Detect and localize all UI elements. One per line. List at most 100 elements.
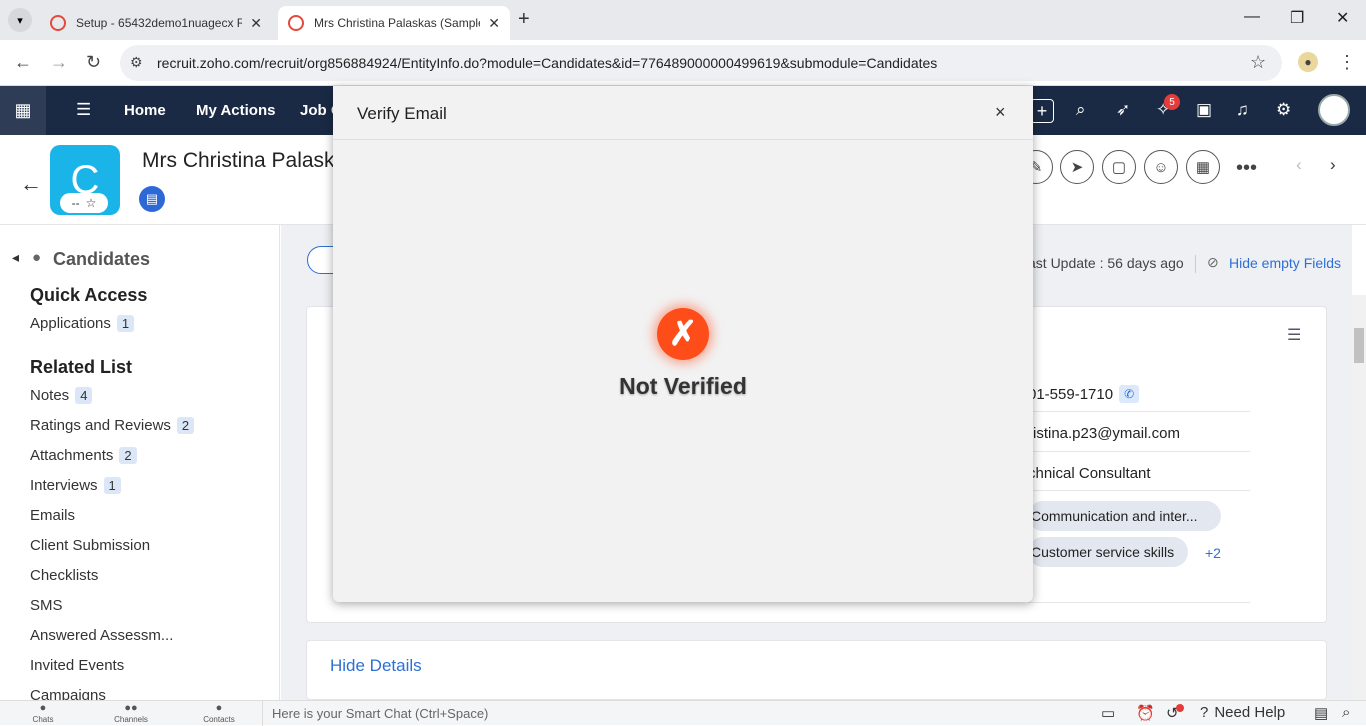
- sidebar-item-label: Interviews: [30, 477, 98, 494]
- divider: [1195, 255, 1196, 273]
- divider: [1028, 411, 1250, 412]
- modal-header: Verify Email ×: [333, 86, 1033, 140]
- browser-tab-candidate[interactable]: Mrs Christina Palaskas (Sample) ✕: [278, 6, 510, 40]
- notification-count-badge: 5: [1164, 94, 1180, 110]
- url-input[interactable]: recruit.zoho.com/recruit/org856884924/En…: [120, 45, 1282, 81]
- divider: [1028, 602, 1250, 603]
- send-icon[interactable]: ➤: [1060, 150, 1094, 184]
- last-update-text: ast Update : 56 days ago: [1028, 255, 1184, 271]
- alarm-icon[interactable]: ⏰: [1136, 704, 1155, 722]
- sidebar-item-sms[interactable]: SMS: [30, 597, 63, 614]
- verify-email-modal: Verify Email × ✗ Not Verified: [333, 86, 1033, 602]
- sidebar-item-client-submission[interactable]: Client Submission: [30, 537, 150, 554]
- tab-search-icon[interactable]: ▾: [8, 8, 32, 32]
- apps-grid-icon[interactable]: ▦: [0, 86, 46, 135]
- sidebar-item-checklists[interactable]: Checklists: [30, 567, 98, 584]
- back-arrow-icon[interactable]: ←: [20, 171, 42, 197]
- email-value[interactable]: ristina.p23@ymail.com: [1028, 425, 1180, 442]
- hamburger-menu-icon[interactable]: ☰: [76, 100, 91, 120]
- address-bar: ← → ↻ recruit.zoho.com/recruit/org856884…: [0, 40, 1366, 86]
- forward-icon[interactable]: →: [50, 52, 68, 73]
- sidebar-item-applications[interactable]: Applications 1: [30, 315, 135, 332]
- briefcase-icon[interactable]: ▢: [1102, 150, 1136, 184]
- prev-record-icon[interactable]: ‹: [1296, 155, 1302, 175]
- more-options-icon[interactable]: •••: [1236, 157, 1257, 180]
- sidebar-item-attachments[interactable]: Attachments 2: [30, 447, 137, 464]
- sidebar-item-campaigns[interactable]: Campaigns: [30, 687, 106, 700]
- modal-title: Verify Email: [357, 104, 447, 123]
- inbox-icon[interactable]: ▤: [1314, 704, 1328, 722]
- tab-close-icon[interactable]: ✕: [250, 15, 262, 32]
- eye-hidden-icon: ⊘: [1207, 254, 1219, 270]
- rating-pill[interactable]: -- ☆: [60, 193, 108, 213]
- browser-tab-setup[interactable]: Setup - 65432demo1nuagecx R ✕: [40, 6, 272, 40]
- count-badge: 1: [116, 315, 135, 332]
- settings-gear-icon[interactable]: ⚙: [1276, 100, 1291, 120]
- site-info-icon[interactable]: ⚙: [130, 54, 143, 71]
- nav-home[interactable]: Home: [124, 102, 166, 119]
- bottom-search-icon[interactable]: ⌕: [1342, 704, 1350, 721]
- channels-icon: ●●: [124, 702, 138, 714]
- rocket-icon[interactable]: ➶: [1116, 100, 1130, 120]
- sidebar-item-notes[interactable]: Notes 4: [30, 387, 93, 404]
- new-tab-button[interactable]: +: [518, 8, 530, 31]
- module-label: Candidates: [53, 249, 151, 269]
- sidebar-item-answered-assessments[interactable]: Answered Assessm...: [30, 627, 173, 644]
- zoho-favicon-icon: [50, 15, 66, 31]
- divider: [1028, 451, 1250, 452]
- bookmark-star-icon[interactable]: ☆: [1250, 52, 1266, 73]
- verification-status: Not Verified: [619, 373, 747, 399]
- tab-close-icon[interactable]: ✕: [488, 15, 500, 32]
- bottom-tab-channels[interactable]: ●● Channels: [88, 701, 174, 726]
- profile-icon[interactable]: ●: [1298, 52, 1318, 72]
- user-avatar[interactable]: [1318, 94, 1350, 126]
- search-icon[interactable]: ⌕: [1076, 100, 1086, 120]
- minimize-button[interactable]: —: [1244, 8, 1260, 26]
- sidebar-item-label: Notes: [30, 387, 70, 404]
- smart-chat-input[interactable]: Here is your Smart Chat (Ctrl+Space): [262, 701, 1092, 726]
- tab-title: Setup - 65432demo1nuagecx R: [76, 16, 243, 30]
- sidebar-item-ratings[interactable]: Ratings and Reviews 2: [30, 417, 195, 434]
- screen-share-icon[interactable]: ▭: [1101, 704, 1115, 722]
- create-plus-icon[interactable]: +: [1030, 99, 1054, 123]
- sidebar-item-invited-events[interactable]: Invited Events: [30, 657, 124, 674]
- phone-field: 01-559-1710 ✆: [1028, 385, 1140, 403]
- need-help-button[interactable]: ? Need Help: [1200, 704, 1285, 721]
- assign-user-icon[interactable]: ☺: [1144, 150, 1178, 184]
- contacts-icon: ●: [215, 702, 223, 714]
- nav-my-actions[interactable]: My Actions: [196, 102, 275, 119]
- maximize-button[interactable]: ❐: [1290, 8, 1304, 28]
- sidebar-item-label: Attachments: [30, 447, 114, 464]
- next-record-icon[interactable]: ›: [1330, 155, 1336, 175]
- hide-details-link[interactable]: Hide Details: [330, 656, 422, 676]
- count-badge: 4: [75, 387, 93, 404]
- hide-empty-fields-link[interactable]: Hide empty Fields: [1229, 255, 1341, 271]
- current-title-value: chnical Consultant: [1028, 465, 1151, 482]
- collapse-sidebar-icon[interactable]: ◂: [12, 249, 19, 266]
- calendar-icon[interactable]: ▣: [1196, 100, 1212, 120]
- phone-call-icon[interactable]: ✆: [1119, 385, 1140, 403]
- count-badge: 1: [103, 477, 121, 494]
- bell-icon[interactable]: ♫: [1236, 100, 1249, 120]
- candidate-name: Mrs Christina Palaska: [142, 149, 347, 172]
- bottom-tab-chats[interactable]: ● Chats: [0, 701, 86, 726]
- schedule-icon[interactable]: ▦: [1186, 150, 1220, 184]
- more-skills-link[interactable]: +2: [1205, 545, 1221, 561]
- close-icon[interactable]: ×: [995, 102, 1006, 123]
- tab-title: Mrs Christina Palaskas (Sample): [314, 16, 481, 30]
- bottom-tab-contacts[interactable]: ● Contacts: [176, 701, 262, 726]
- skill-chip: Customer service skills: [1028, 537, 1188, 567]
- close-window-button[interactable]: ✕: [1336, 8, 1349, 28]
- browser-tab-bar: ▾ Setup - 65432demo1nuagecx R ✕ Mrs Chri…: [0, 0, 1366, 40]
- filter-list-icon[interactable]: ☰: [1287, 325, 1301, 345]
- document-icon[interactable]: ▤: [139, 186, 165, 212]
- sidebar-item-emails[interactable]: Emails: [30, 507, 75, 524]
- person-icon: ●: [32, 249, 42, 266]
- back-icon[interactable]: ←: [14, 52, 32, 73]
- chat-icon: ●: [39, 702, 47, 714]
- sidebar-item-interviews[interactable]: Interviews 1: [30, 477, 121, 494]
- scrollbar-thumb[interactable]: [1354, 328, 1364, 363]
- divider: [1028, 490, 1250, 491]
- reload-icon[interactable]: ↻: [86, 52, 101, 73]
- browser-menu-icon[interactable]: ⋮: [1338, 52, 1356, 73]
